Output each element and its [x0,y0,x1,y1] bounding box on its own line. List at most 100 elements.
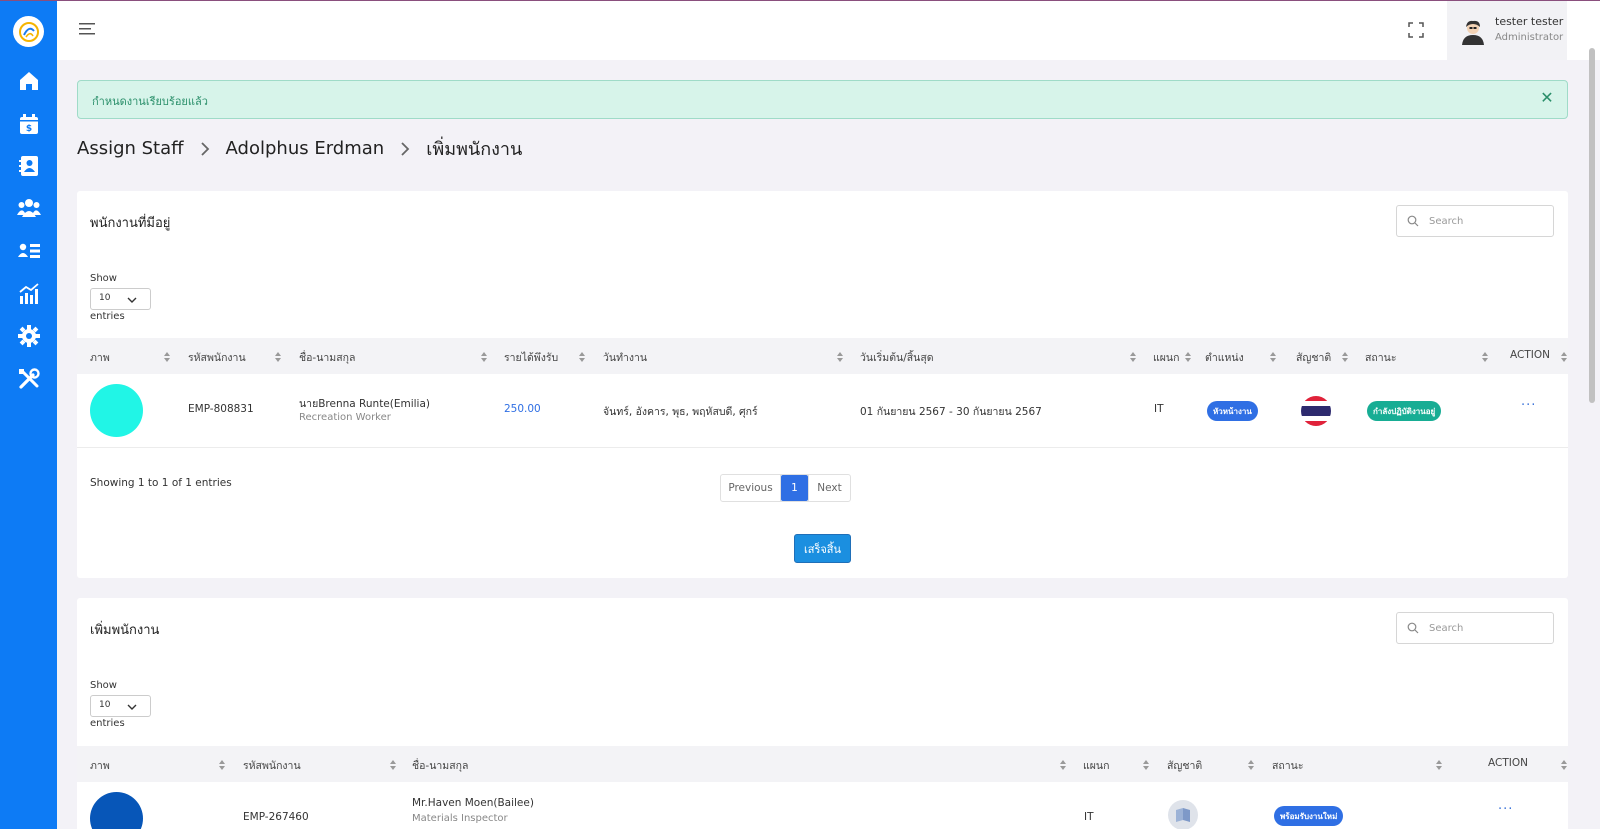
sort-icon[interactable] [1342,352,1348,362]
sort-icon[interactable] [481,352,487,362]
breadcrumb-project[interactable]: Adolphus Erdman [226,138,385,159]
entries-label: entries [90,311,125,322]
page-size-select[interactable]: 10 [90,288,151,310]
search-box[interactable] [1396,205,1554,237]
sort-icon[interactable] [579,352,585,362]
table-info: Showing 1 to 1 of 1 entries [90,477,232,489]
tools-icon[interactable] [17,367,41,391]
row-action-menu[interactable]: ··· [1498,802,1513,817]
column-header[interactable]: ภาพ [90,349,110,366]
column-header[interactable]: สถานะ [1365,349,1396,366]
employee-job: Materials Inspector [412,813,508,824]
close-icon[interactable]: ✕ [1539,90,1555,106]
column-header: ACTION [1510,349,1550,361]
employee-department: IT [1154,403,1164,415]
employee-department: IT [1084,811,1094,823]
sort-icon[interactable] [164,352,170,362]
column-header[interactable]: สถานะ [1272,757,1303,774]
card-title: พนักงานที่มีอยู่ [90,216,171,231]
user-menu[interactable]: tester tester Administrator [1447,1,1567,60]
fullscreen-icon[interactable] [1408,22,1424,38]
position-badge: หัวหน้างาน [1207,401,1258,421]
employee-photo [90,384,143,437]
employee-id: EMP-808831 [188,403,254,415]
sort-icon[interactable] [1130,352,1136,362]
chevron-right-icon [198,141,212,156]
add-staff-card: เพิ่มพนักงาน Show 10 entries ภาพ รหัสพนั… [77,598,1568,829]
search-icon [1407,215,1419,227]
breadcrumb-current: เพิ่มพนักงาน [426,139,523,160]
sort-icon[interactable] [1436,760,1442,770]
column-header[interactable]: แผนก [1153,349,1179,366]
home-icon[interactable] [17,69,41,93]
employee-period: 01 กันยายน 2567 - 30 กันยายน 2567 [860,406,1042,418]
team-icon[interactable] [17,196,41,220]
table-header: ภาพ รหัสพนักงาน ชื่อ-นามสกุล แผนก สัญชาต… [77,746,1568,782]
sort-icon[interactable] [1270,352,1276,362]
thailand-flag-icon [1301,396,1331,426]
table-row[interactable]: EMP-267460 Mr.Haven Moen(Bailee) Materia… [77,782,1568,829]
sort-icon[interactable] [1060,760,1066,770]
chevron-down-icon [127,297,137,303]
search-input[interactable] [1429,213,1539,229]
column-header[interactable]: แผนก [1083,757,1109,774]
entries-label: entries [90,718,125,729]
table-row[interactable]: EMP-808831 นายBrenna Runte(Emilia) Recre… [77,374,1568,448]
contacts-icon[interactable] [17,154,41,178]
sort-icon[interactable] [1561,760,1567,770]
flag-placeholder-icon [1168,800,1198,829]
column-header[interactable]: สัญชาติ [1167,757,1202,774]
column-header[interactable]: ตำแหน่ง [1205,349,1244,366]
app-logo-icon[interactable] [13,16,44,47]
column-header[interactable]: วันเริ่มต้น/สิ้นสุด [860,349,934,366]
search-input[interactable] [1429,620,1539,636]
chevron-down-icon [127,704,137,710]
employee-photo [90,792,143,829]
status-badge: พร้อมรับงานใหม่ [1274,806,1344,826]
show-label: Show [90,273,117,284]
column-header[interactable]: รหัสพนักงาน [188,349,246,366]
sort-icon[interactable] [1185,352,1191,362]
sidebar: $ [0,1,57,829]
page-scrollbar[interactable] [1589,48,1595,403]
pagination-next[interactable]: Next [808,475,850,501]
page-size-value: 10 [99,700,111,710]
breadcrumb-assign-staff[interactable]: Assign Staff [77,138,184,159]
column-header[interactable]: ชื่อ-นามสกุล [412,757,468,774]
alert-message: กำหนดงานเรียบร้อยแล้ว [92,95,208,108]
row-action-menu[interactable]: ··· [1521,398,1536,413]
settings-icon[interactable] [17,324,41,348]
topbar: tester tester Administrator [57,1,1600,60]
sort-icon[interactable] [1561,352,1567,362]
column-header[interactable]: รหัสพนักงาน [243,757,301,774]
column-header[interactable]: ชื่อ-นามสกุล [299,349,355,366]
page-size-select[interactable]: 10 [90,695,151,717]
menu-toggle-icon[interactable] [79,22,97,36]
sort-icon[interactable] [390,760,396,770]
card-title: เพิ่มพนักงาน [90,623,160,638]
analytics-icon[interactable] [17,282,41,306]
sort-icon[interactable] [219,760,225,770]
calendar-dollar-icon[interactable]: $ [17,112,41,136]
column-header[interactable]: รายได้พึงรับ [504,349,558,366]
staff-list-icon[interactable] [17,239,41,263]
sort-icon[interactable] [1143,760,1149,770]
table-header: ภาพ รหัสพนักงาน ชื่อ-นามสกุล รายได้พึงรั… [77,338,1568,374]
svg-text:$: $ [26,124,32,134]
search-box[interactable] [1396,612,1554,644]
sort-icon[interactable] [1248,760,1254,770]
column-header[interactable]: วันทำงาน [603,349,647,366]
user-role: Administrator [1495,32,1564,43]
sort-icon[interactable] [275,352,281,362]
status-badge: กำลังปฏิบัติงานอยู่ [1367,401,1442,421]
pagination-page[interactable]: 1 [781,475,808,501]
show-label: Show [90,680,117,691]
finish-button[interactable]: เสร็จสิ้น [794,534,851,563]
pagination-previous[interactable]: Previous [721,475,781,501]
sort-icon[interactable] [1482,352,1488,362]
column-header[interactable]: สัญชาติ [1296,349,1331,366]
employee-income: 250.00 [504,403,541,415]
employee-job: Recreation Worker [299,412,391,423]
column-header[interactable]: ภาพ [90,757,110,774]
sort-icon[interactable] [837,352,843,362]
